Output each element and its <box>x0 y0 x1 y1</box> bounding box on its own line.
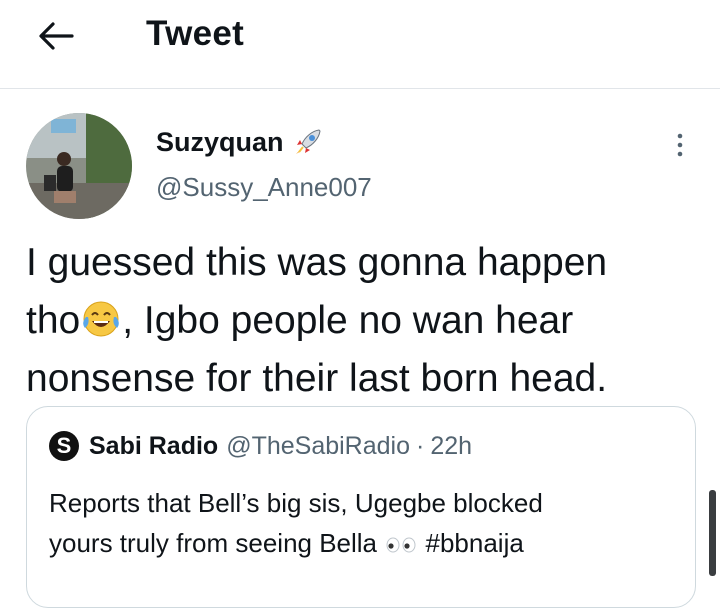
author-handle[interactable]: @Sussy_Anne007 <box>156 172 372 203</box>
top-bar: Tweet <box>0 0 720 89</box>
quoted-author-name: Sabi Radio <box>89 431 219 460</box>
eyes-emoji-icon <box>386 537 416 553</box>
author-name[interactable]: Suzyquan <box>156 127 284 158</box>
author-name-row[interactable]: Suzyquan <box>156 126 324 158</box>
tweet-line: tho , Igbo people no wan hear <box>26 292 706 350</box>
quoted-tweet-card[interactable]: S Sabi Radio @TheSabiRadio · 22h Reports… <box>26 406 696 608</box>
sabi-radio-logo-icon: S <box>49 431 79 461</box>
face-with-tears-of-joy-emoji-icon <box>83 301 119 337</box>
quoted-text-segment: yours truly from seeing Bella <box>49 528 378 558</box>
avatar[interactable] <box>26 113 132 219</box>
tweet-text-segment: tho <box>26 299 81 342</box>
tweet-text-segment: , Igbo people no wan hear <box>122 299 574 342</box>
hashtag-link[interactable]: #bbnaija <box>426 528 524 558</box>
quoted-line: yours truly from seeing Bella #bbnaija <box>49 523 669 563</box>
page-title: Tweet <box>146 14 245 53</box>
tweet-text: I guessed this was gonna happen tho , Ig… <box>26 234 706 408</box>
scrollbar[interactable] <box>709 490 716 576</box>
arrow-left-icon[interactable] <box>36 18 76 54</box>
quoted-line: Reports that Bell’s big sis, Ugegbe bloc… <box>49 488 543 518</box>
quoted-tweet-text: Reports that Bell’s big sis, Ugegbe bloc… <box>49 483 669 563</box>
quoted-author-handle: @TheSabiRadio <box>226 431 411 460</box>
more-options-icon[interactable] <box>670 130 690 160</box>
rocket-emoji-icon <box>295 129 321 154</box>
tweet-line: nonsense for their last born head. <box>26 357 608 400</box>
quoted-tweet-header: S Sabi Radio @TheSabiRadio · 22h <box>49 431 472 461</box>
tweet-line: I guessed this was gonna happen <box>26 241 608 284</box>
quoted-tweet-time: 22h <box>430 431 473 460</box>
meta-separator: · <box>416 431 425 460</box>
